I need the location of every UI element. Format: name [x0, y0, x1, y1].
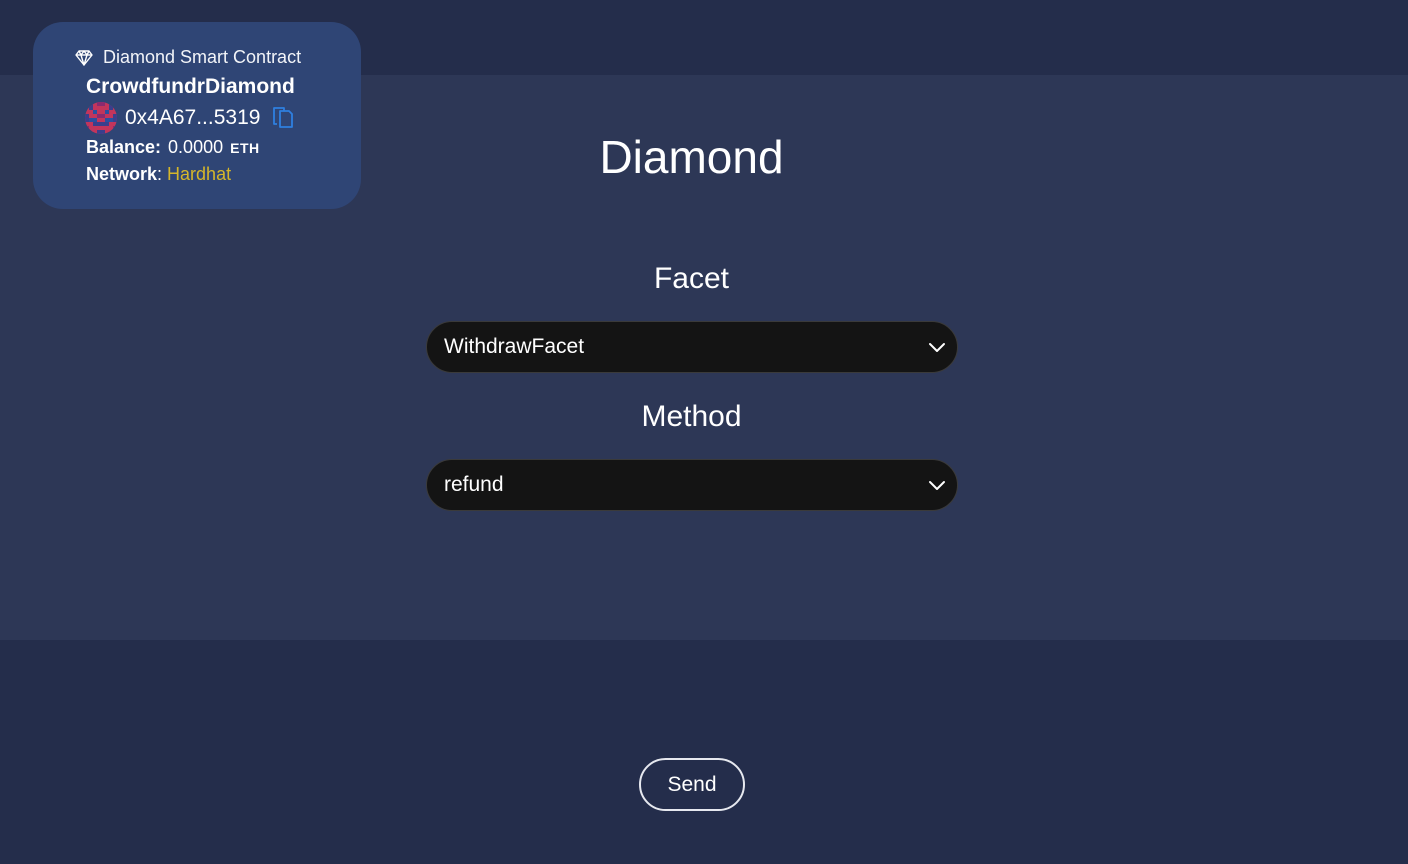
balance-row: Balance: 0.0000 ETH [86, 137, 260, 158]
facet-label: Facet [653, 262, 730, 295]
avatar [85, 102, 117, 134]
contract-address: 0x4A67...5319 [125, 106, 261, 129]
contract-card: Diamond Smart Contract CrowdfundrDiamond [33, 22, 361, 209]
facet-select-value: WithdrawFacet [444, 335, 585, 358]
send-button[interactable]: Send [639, 758, 745, 811]
facet-select[interactable]: WithdrawFacet [426, 321, 958, 373]
card-header: Diamond Smart Contract [75, 47, 301, 68]
network-row: Network: Hardhat [86, 164, 231, 185]
copy-icon[interactable] [272, 106, 294, 130]
bottom-band [0, 640, 1408, 864]
balance-unit: ETH [230, 140, 260, 156]
address-row: 0x4A67...5319 [85, 102, 294, 134]
balance-value: 0.0000 [168, 137, 224, 157]
contract-name: CrowdfundrDiamond [86, 75, 295, 98]
method-label: Method [641, 400, 742, 433]
balance-label: Balance: [86, 137, 162, 157]
method-select[interactable]: refund [426, 459, 958, 511]
network-value: Hardhat [167, 164, 232, 184]
method-select-value: refund [444, 473, 504, 496]
network-separator: : [157, 164, 163, 184]
card-header-text: Diamond Smart Contract [103, 47, 302, 67]
network-label: Network [86, 164, 158, 184]
chevron-down-icon [927, 337, 947, 357]
page: Diamond Smart Contract CrowdfundrDiamond [0, 0, 1408, 864]
diamond-icon [75, 49, 93, 67]
chevron-down-icon [927, 475, 947, 495]
